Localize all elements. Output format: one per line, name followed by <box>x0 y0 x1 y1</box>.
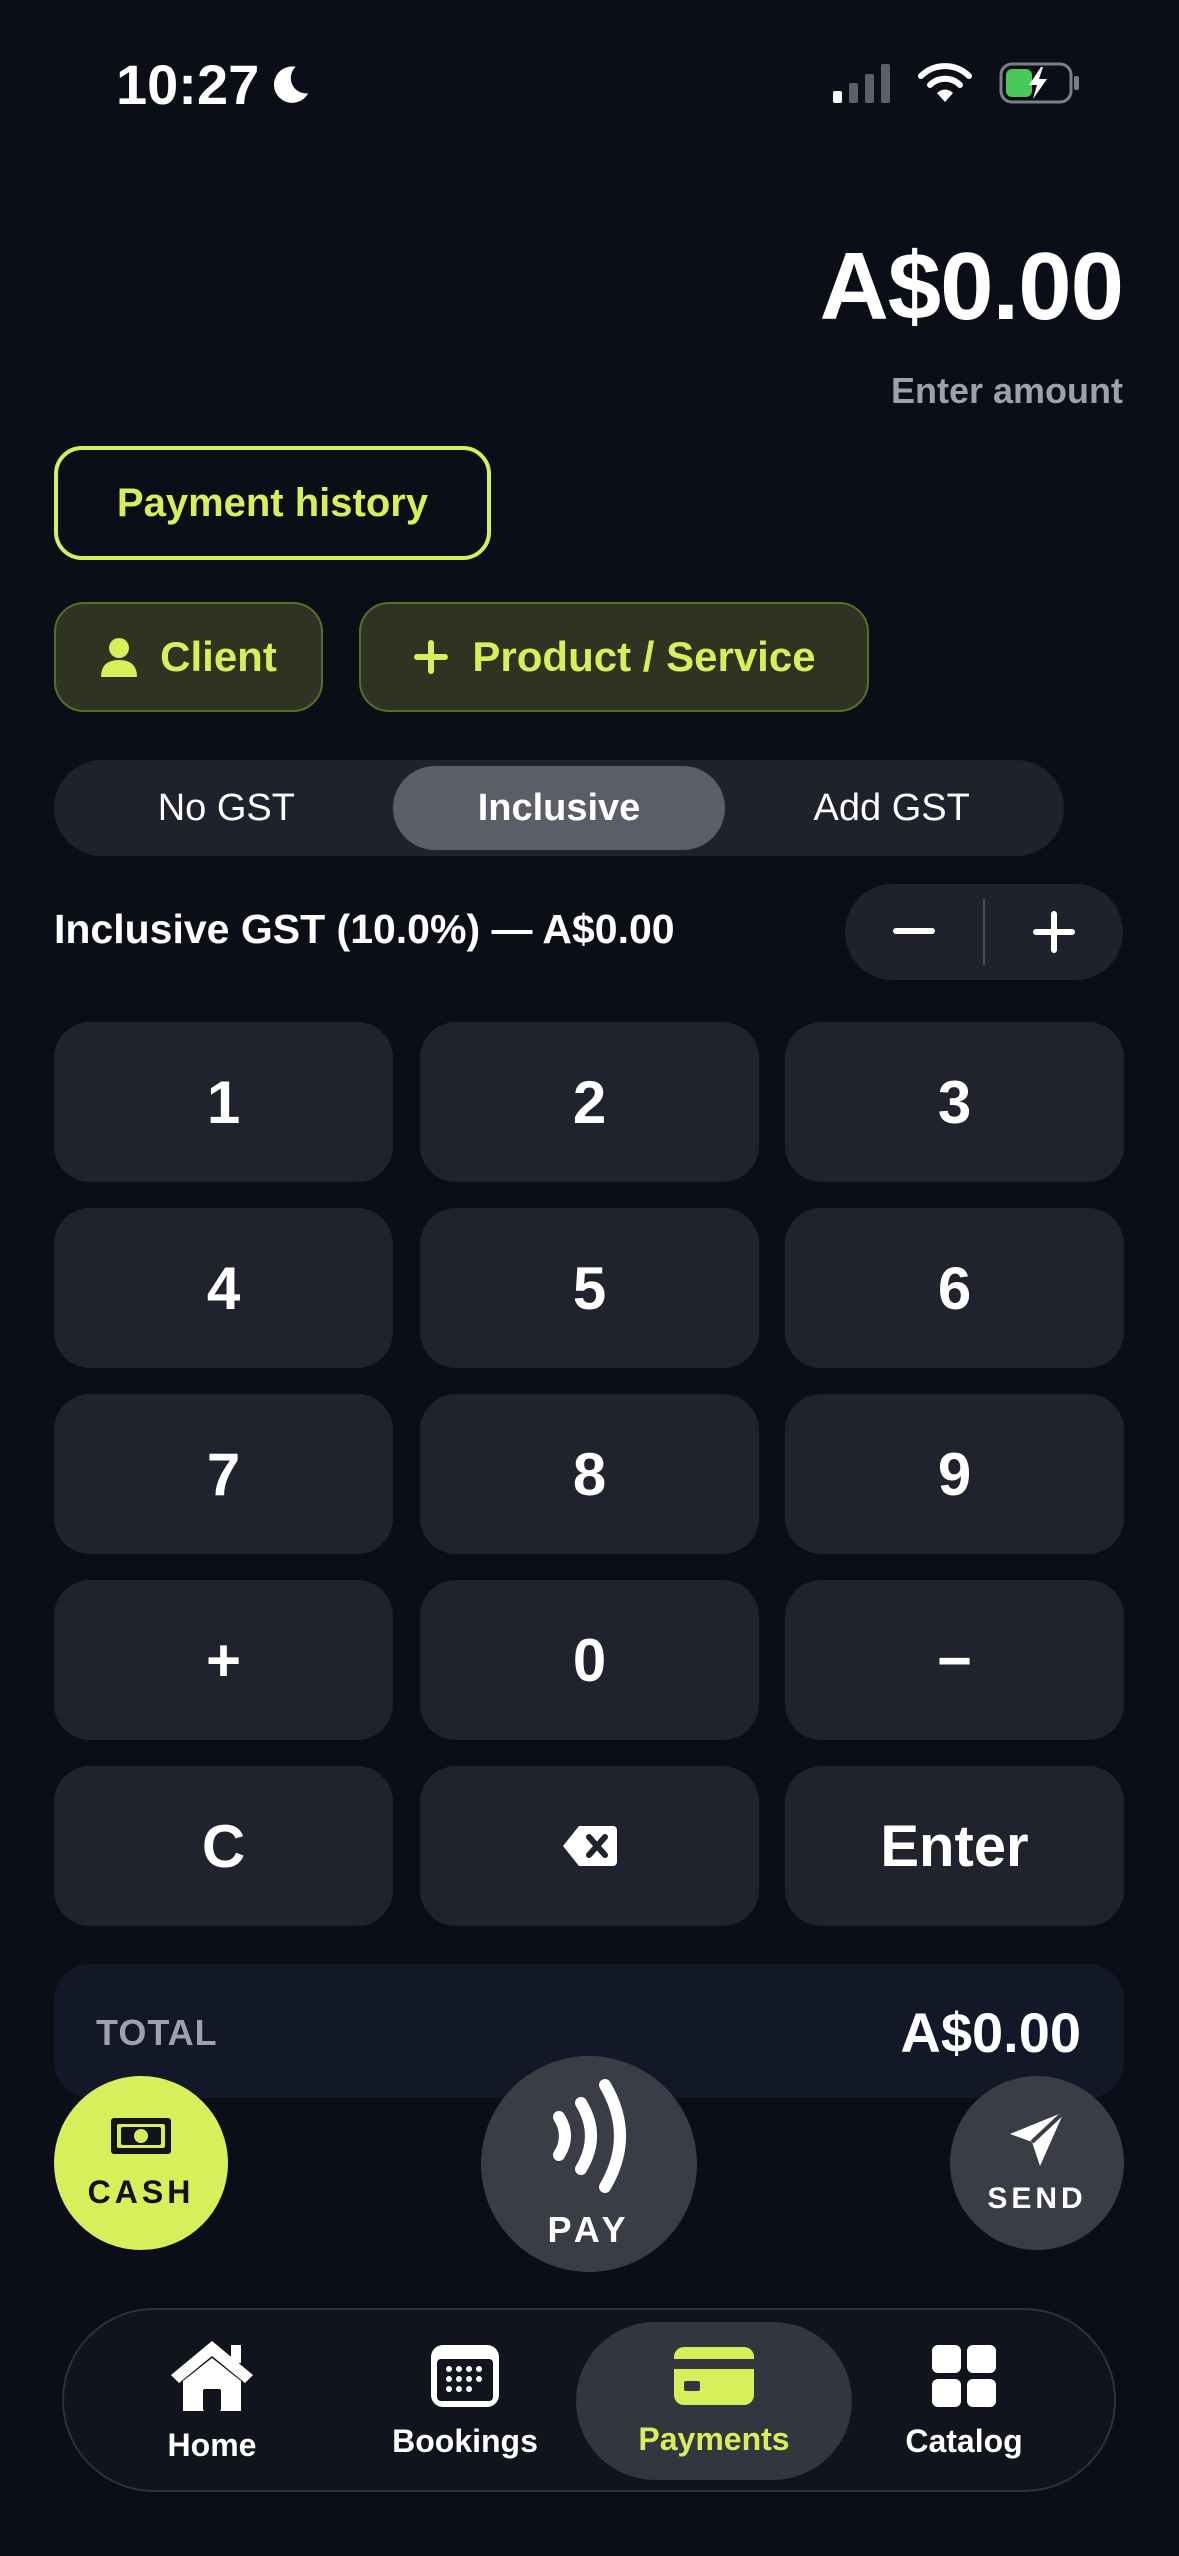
calendar-icon <box>431 2344 499 2407</box>
tab-payments[interactable]: Payments <box>576 2322 852 2480</box>
amount-display: A$0.00 <box>819 233 1124 340</box>
key-minus[interactable]: − <box>785 1580 1124 1740</box>
key-6[interactable]: 6 <box>785 1208 1124 1368</box>
minus-icon <box>893 928 935 934</box>
plus-icon <box>1033 911 1075 953</box>
plus-icon <box>414 640 449 674</box>
backspace-icon <box>562 1826 617 1866</box>
send-label: SEND <box>987 2182 1087 2215</box>
grid-icon <box>932 2344 996 2407</box>
cash-label: CASH <box>87 2173 195 2210</box>
key-7[interactable]: 7 <box>54 1394 393 1554</box>
key-backspace[interactable] <box>420 1766 759 1926</box>
home-icon <box>171 2340 253 2411</box>
key-5[interactable]: 5 <box>420 1208 759 1368</box>
card-icon <box>674 2346 754 2405</box>
moon-icon <box>274 65 309 103</box>
client-button[interactable]: Client <box>54 602 323 712</box>
tab-bookings-label: Bookings <box>392 2422 538 2459</box>
person-icon <box>101 638 138 677</box>
tab-home-label: Home <box>167 2426 257 2463</box>
key-plus[interactable]: + <box>54 1580 393 1740</box>
payment-history-button[interactable]: Payment history <box>54 446 491 560</box>
key-enter[interactable]: Enter <box>785 1766 1124 1926</box>
gst-option-inclusive[interactable]: Inclusive <box>392 766 726 850</box>
tab-payments-label: Payments <box>638 2420 790 2457</box>
gst-decrease-button[interactable] <box>845 884 983 980</box>
pay-button[interactable]: PAY <box>481 2056 697 2272</box>
key-4[interactable]: 4 <box>54 1208 393 1368</box>
tab-home[interactable]: Home <box>122 2322 302 2480</box>
amount-hint: Enter amount <box>890 370 1123 411</box>
total-label: TOTAL <box>96 2012 218 2053</box>
gst-increase-button[interactable] <box>985 884 1123 980</box>
gst-mode-selector: No GST Inclusive Add GST <box>54 760 1064 856</box>
key-1[interactable]: 1 <box>54 1022 393 1182</box>
gst-summary: Inclusive GST (10.0%) — A$0.00 <box>54 906 675 952</box>
key-2[interactable]: 2 <box>420 1022 759 1182</box>
key-0[interactable]: 0 <box>420 1580 759 1740</box>
key-3[interactable]: 3 <box>785 1022 1124 1182</box>
product-service-button[interactable]: Product / Service <box>359 602 869 712</box>
key-8[interactable]: 8 <box>420 1394 759 1554</box>
battery-charging-icon <box>999 62 1079 104</box>
gst-option-add[interactable]: Add GST <box>725 766 1058 850</box>
tab-catalog-label: Catalog <box>905 2422 1023 2459</box>
tab-bookings[interactable]: Bookings <box>375 2322 555 2480</box>
product-service-label: Product / Service <box>472 633 816 680</box>
total-value: A$0.00 <box>900 2001 1081 2064</box>
key-9[interactable]: 9 <box>785 1394 1124 1554</box>
send-icon <box>1010 2110 1066 2166</box>
wifi-icon <box>918 63 972 102</box>
pay-label: PAY <box>547 2209 631 2250</box>
signal-icon <box>833 64 890 103</box>
gst-stepper <box>845 884 1123 980</box>
gst-option-none[interactable]: No GST <box>60 766 393 850</box>
send-button[interactable]: SEND <box>950 2076 1124 2250</box>
contactless-icon <box>553 2079 626 2193</box>
clock-text: 10:27 <box>116 53 260 116</box>
client-button-label: Client <box>160 633 277 680</box>
tab-catalog[interactable]: Catalog <box>874 2322 1054 2480</box>
status-time: 10:27 <box>116 52 313 117</box>
status-indicators <box>833 62 1081 104</box>
key-clear[interactable]: C <box>54 1766 393 1926</box>
cash-icon <box>111 2117 171 2154</box>
cash-button[interactable]: CASH <box>54 2076 228 2250</box>
